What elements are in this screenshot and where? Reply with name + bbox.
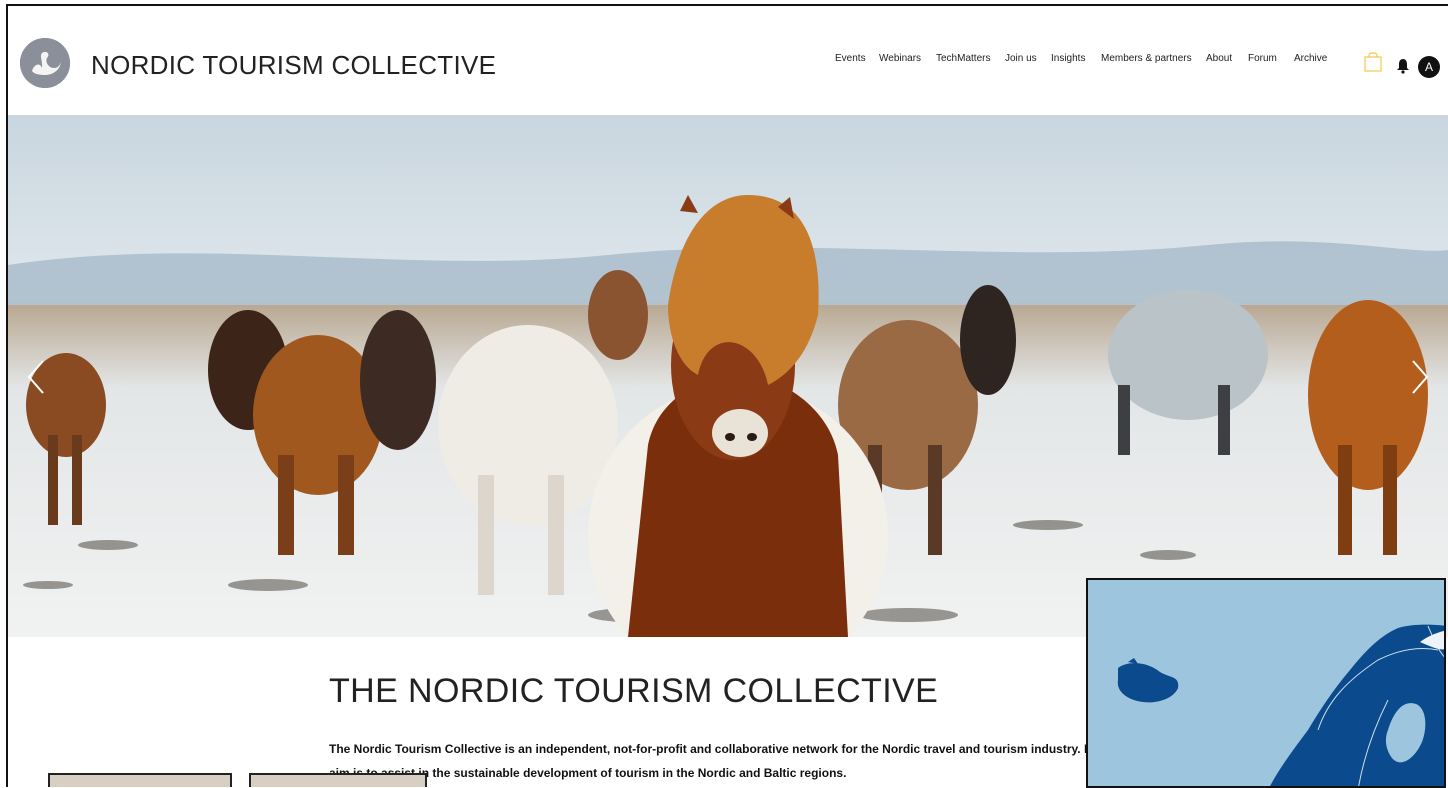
nav-item-members-partners[interactable]: Members & partners — [1101, 53, 1192, 64]
nav-item-events[interactable]: Events — [835, 53, 866, 64]
nav-item-archive[interactable]: Archive — [1294, 53, 1327, 64]
nav-item-forum[interactable]: Forum — [1248, 53, 1277, 64]
nav-item-techmatters[interactable]: TechMatters — [936, 53, 990, 64]
nav-item-join-us[interactable]: Join us — [1005, 53, 1037, 64]
nav-item-webinars[interactable]: Webinars — [879, 53, 921, 64]
hero-slideshow[interactable] — [8, 115, 1448, 637]
hero-image — [8, 115, 1448, 637]
thumbnail-image-2[interactable] — [249, 773, 427, 787]
chevron-right-icon[interactable] — [1410, 359, 1430, 395]
shopping-bag-icon[interactable] — [1364, 52, 1382, 72]
nordic-map-image — [1086, 578, 1446, 788]
page-title: THE NORDIC TOURISM COLLECTIVE — [329, 672, 939, 710]
avatar[interactable]: A — [1418, 56, 1440, 78]
site-title[interactable]: NORDIC TOURISM COLLECTIVE — [91, 50, 496, 81]
swan-logo-icon[interactable] — [20, 38, 70, 88]
nav-item-about[interactable]: About — [1206, 53, 1232, 64]
thumbnail-image-1[interactable] — [48, 773, 232, 787]
intro-paragraph: The Nordic Tourism Collective is an inde… — [329, 742, 1088, 780]
chevron-left-icon[interactable] — [26, 359, 46, 395]
bell-icon[interactable] — [1396, 58, 1410, 74]
nav-item-insights[interactable]: Insights — [1051, 53, 1085, 64]
site-header: NORDIC TOURISM COLLECTIVE Events Webinar… — [8, 6, 1448, 115]
